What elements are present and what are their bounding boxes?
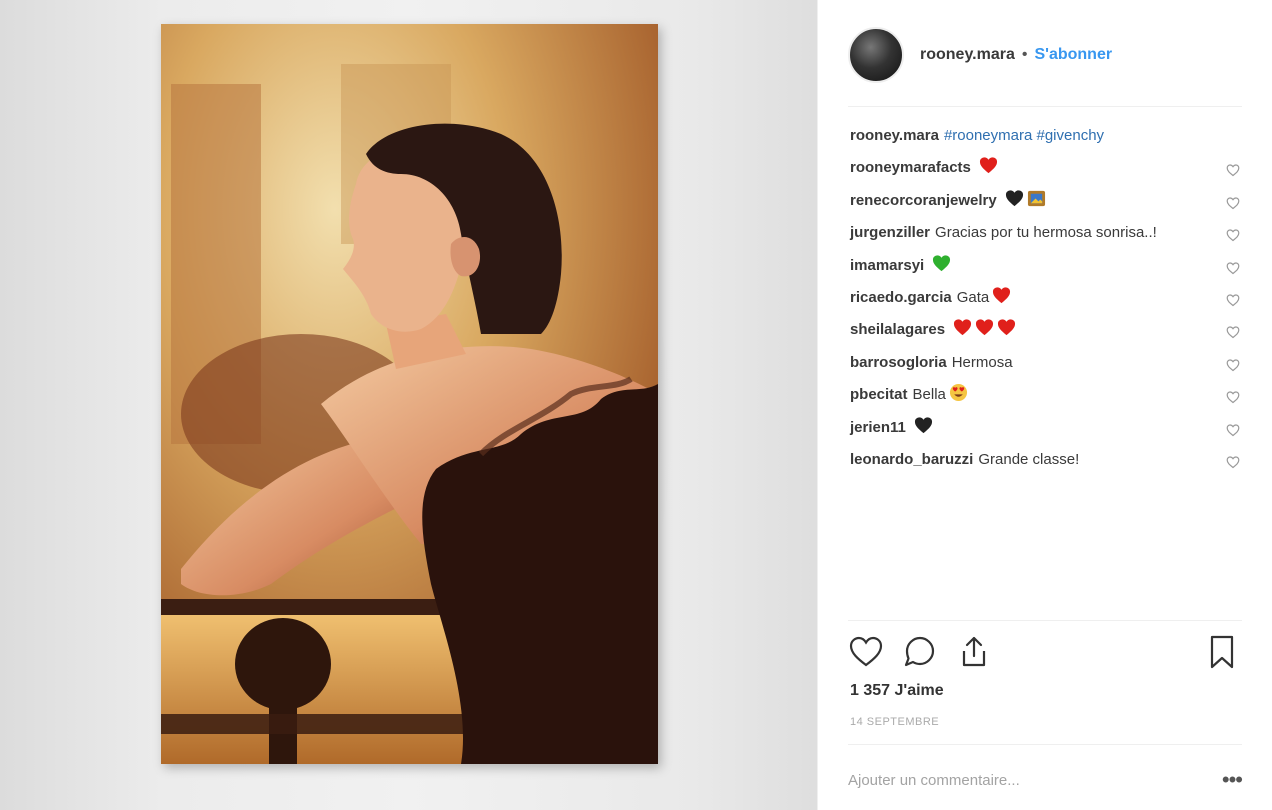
comment-username[interactable]: barrosogloria: [850, 354, 947, 371]
caption-hashtags[interactable]: #rooneymara #givenchy: [944, 127, 1104, 144]
add-comment-bar: •••: [848, 760, 1243, 800]
comment-username[interactable]: jerien11: [850, 419, 906, 436]
comment-like-icon[interactable]: [1226, 421, 1240, 436]
comment-text: Hermosa: [951, 353, 1013, 371]
comment-like-icon[interactable]: [1226, 161, 1240, 177]
post-header: rooney.mara • S'abonner: [848, 24, 1242, 86]
black-heart-icon: [1005, 189, 1024, 208]
red-heart-icon: [979, 156, 998, 175]
green-heart-icon: [932, 254, 951, 273]
comment-username[interactable]: imamarsyi: [850, 257, 924, 274]
comment-text: Gracias por tu hermosa sonrisa..!: [935, 224, 1157, 242]
red-heart-icon: [997, 318, 1016, 337]
comment-like-icon[interactable]: [1226, 259, 1240, 274]
comment-text: Gata: [956, 288, 990, 306]
post-date[interactable]: 14 SEPTEMBRE: [850, 716, 939, 728]
comment-button[interactable]: [902, 634, 940, 672]
comment-item: rooneymarafacts: [850, 156, 1240, 180]
comment-item: renecorcoranjewelry: [850, 189, 1240, 213]
comment-item: jerien11: [850, 416, 1240, 440]
share-icon: [962, 636, 986, 667]
comment-item: leonardo_baruzzi Grande classe!: [850, 448, 1240, 472]
post-photo: [161, 24, 658, 764]
follow-button[interactable]: S'abonner: [1034, 46, 1112, 64]
comment-username[interactable]: rooneymarafacts: [850, 159, 971, 176]
heart-eyes-icon: [949, 383, 968, 402]
avatar[interactable]: [848, 27, 904, 83]
comment-text: Grande classe!: [978, 450, 1080, 468]
comment-item: sheilalagares: [850, 318, 1240, 342]
heart-icon: [849, 636, 883, 667]
comment-username[interactable]: pbecitat: [850, 386, 908, 403]
like-count[interactable]: 1 357 J'aime: [850, 682, 944, 700]
comment-username[interactable]: sheilalagares: [850, 321, 945, 338]
comment-item: pbecitat Bella: [850, 383, 1240, 407]
comment-like-icon[interactable]: [1226, 453, 1240, 469]
comment-username[interactable]: leonardo_baruzzi: [850, 451, 973, 468]
red-heart-icon: [975, 318, 994, 337]
caption-username[interactable]: rooney.mara: [850, 127, 939, 144]
red-heart-icon: [953, 318, 972, 337]
framed-picture-icon: [1027, 189, 1046, 208]
comment-list: rooney.mara #rooneymara #givenchy rooneym…: [850, 124, 1240, 480]
comment-item: imamarsyi: [850, 254, 1240, 278]
post-media[interactable]: [0, 0, 817, 810]
comment-username[interactable]: ricaedo.garcia: [850, 289, 952, 306]
comment-item: barrosogloria Hermosa: [850, 351, 1240, 375]
comment-like-icon[interactable]: [1226, 291, 1240, 307]
header-username[interactable]: rooney.mara: [920, 46, 1015, 64]
bookmark-icon: [1210, 635, 1234, 669]
painting-illustration: [161, 24, 658, 764]
comment-like-icon[interactable]: [1226, 323, 1240, 339]
comment-icon: [904, 636, 935, 667]
comment-username[interactable]: renecorcoranjewelry: [850, 192, 997, 209]
more-icon[interactable]: •••: [1222, 767, 1243, 793]
comment-item: ricaedo.garcia Gata: [850, 286, 1240, 310]
comment-like-icon[interactable]: [1226, 356, 1240, 371]
header-divider: [848, 106, 1242, 107]
add-comment-input[interactable]: [848, 771, 1222, 789]
actions-divider: [848, 620, 1242, 621]
comment-username[interactable]: jurgenziller: [850, 224, 930, 241]
caption: rooney.mara #rooneymara #givenchy: [850, 124, 1240, 148]
comment-like-icon[interactable]: [1226, 194, 1240, 210]
comment-item: jurgenziller Gracias por tu hermosa sonri…: [850, 221, 1240, 245]
post-sidebar: rooney.mara • S'abonner rooney.mara #roon…: [817, 0, 1272, 810]
like-button[interactable]: [848, 634, 886, 672]
black-heart-icon: [914, 416, 933, 435]
share-button[interactable]: [956, 634, 994, 672]
comment-text: Bella: [912, 386, 946, 404]
red-heart-icon: [992, 286, 1011, 305]
header-separator: •: [1021, 46, 1028, 63]
comment-divider: [848, 744, 1242, 745]
save-button[interactable]: [1204, 634, 1242, 672]
comment-like-icon[interactable]: [1226, 226, 1240, 242]
comment-like-icon[interactable]: [1226, 388, 1240, 404]
action-bar: [848, 633, 1242, 673]
